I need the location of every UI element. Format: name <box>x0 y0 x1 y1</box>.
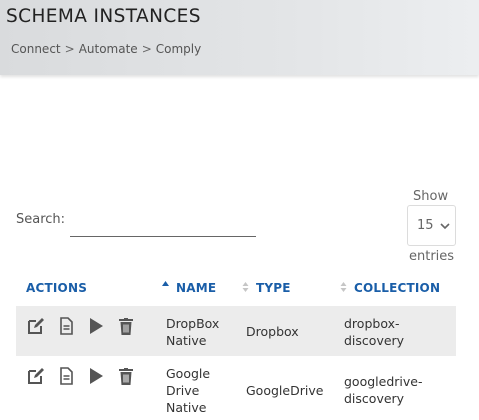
table-row: DropBox Native Dropbox dropbox- discover… <box>16 306 456 356</box>
breadcrumb-connect[interactable]: Connect <box>11 42 61 56</box>
breadcrumb-comply[interactable]: Comply <box>156 42 201 56</box>
show-label: Show <box>413 189 449 204</box>
table-header: ACTIONS NAME TYPE COLLECTION <box>16 278 456 300</box>
column-header-actions: ACTIONS <box>26 281 88 295</box>
entries-label: entries <box>409 249 455 264</box>
trash-icon[interactable] <box>116 316 136 336</box>
cell-name: Google Drive Native <box>166 366 211 415</box>
sort-icon[interactable] <box>339 279 348 295</box>
search-label: Search: <box>16 212 66 227</box>
column-header-type[interactable]: TYPE <box>256 281 291 295</box>
cell-name: DropBox Native <box>166 316 220 348</box>
sort-icon[interactable] <box>241 279 250 295</box>
cell-collection: googledrive- discovery <box>344 374 423 406</box>
breadcrumb-automate[interactable]: Automate <box>79 42 138 56</box>
cell-type: GoogleDrive <box>246 383 324 398</box>
edit-icon[interactable] <box>26 366 46 386</box>
column-header-name[interactable]: NAME <box>176 281 216 295</box>
entries-select-value: 15 <box>417 218 434 233</box>
search-input[interactable] <box>70 213 256 237</box>
trash-icon[interactable] <box>116 366 136 386</box>
page-header: SCHEMA INSTANCES Connect > Automate > Co… <box>0 0 479 75</box>
play-icon[interactable] <box>86 366 106 386</box>
document-icon[interactable] <box>56 366 76 386</box>
breadcrumb: Connect > Automate > Comply <box>11 42 201 56</box>
breadcrumb-separator: > <box>141 42 152 56</box>
table-row: Google Drive Native GoogleDrive googledr… <box>16 356 456 420</box>
cell-type: Dropbox <box>246 324 299 339</box>
sort-ascending-icon[interactable] <box>161 279 170 295</box>
entries-select[interactable]: 15 <box>407 205 456 246</box>
cell-collection: dropbox- discovery <box>344 316 405 348</box>
play-icon[interactable] <box>86 316 106 336</box>
document-icon[interactable] <box>56 316 76 336</box>
edit-icon[interactable] <box>26 316 46 336</box>
breadcrumb-separator: > <box>64 42 75 56</box>
page-title: SCHEMA INSTANCES <box>6 6 201 27</box>
column-header-collection[interactable]: COLLECTION <box>354 281 440 295</box>
chevron-down-icon <box>440 223 450 230</box>
